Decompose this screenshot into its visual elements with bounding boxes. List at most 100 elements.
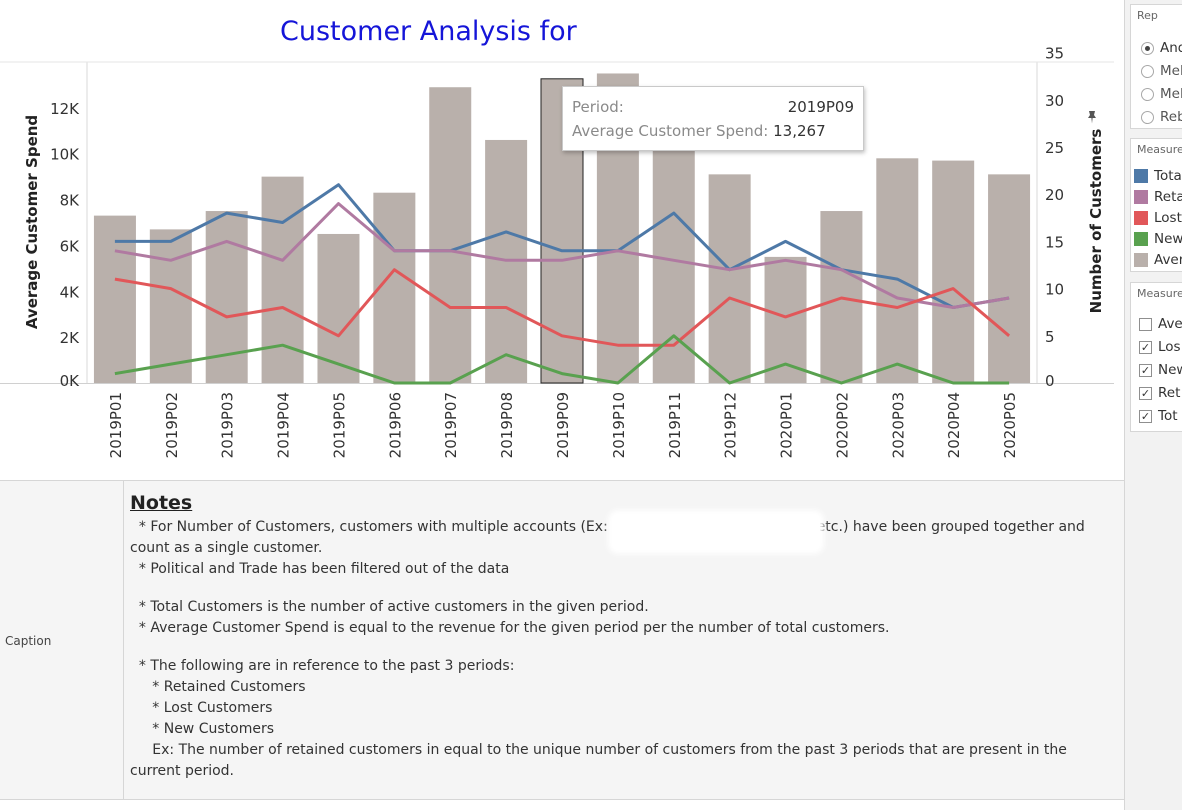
bar [708, 174, 751, 383]
tooltip-period-value: 2019P09 [787, 98, 854, 116]
legend-item[interactable]: Lost [1134, 208, 1182, 228]
x-tick-label: 2019P10 [610, 392, 628, 458]
x-tick-label: 2019P04 [275, 392, 293, 458]
note-line: * The following are in reference to the … [130, 658, 515, 674]
x-tick-label: 2020P01 [778, 392, 796, 458]
bar [429, 87, 472, 383]
x-tick-label: 2020P02 [833, 392, 851, 458]
caption-label: Caption [0, 481, 124, 799]
y-left-tick-label: 2K [60, 329, 81, 347]
x-tick-label: 2019P03 [219, 392, 237, 458]
tooltip-spend-row: Average Customer Spend: 13,267 [572, 122, 826, 140]
tooltip: Period: 2019P09 Average Customer Spend: … [562, 86, 864, 151]
x-tick-label: 2020P03 [889, 392, 907, 458]
x-tick-label: 2019P05 [330, 392, 348, 458]
x-tick-label: 2020P04 [945, 392, 963, 458]
tooltip-period-label: Period: [572, 98, 624, 116]
y-left-axis-title: Average Customer Spend [23, 115, 41, 329]
measure-filter-option[interactable]: Ave [1139, 314, 1182, 334]
legend-label: Reta [1154, 189, 1182, 205]
rep-filter-panel: Rep And Mel Mel Reb [1130, 4, 1182, 129]
measure-filter-option[interactable]: ✓ New [1139, 360, 1182, 380]
legend-swatch [1134, 190, 1148, 204]
legend-item[interactable]: New [1134, 229, 1182, 249]
legend-item[interactable]: Aver [1134, 250, 1182, 270]
y-left-tick-label: 4K [60, 283, 81, 301]
note-line: * New Customers [130, 721, 274, 737]
rep-option[interactable]: Mel [1141, 61, 1182, 81]
x-tick-label: 2019P06 [386, 392, 404, 458]
redacted-area [612, 514, 820, 550]
radio-button[interactable] [1141, 110, 1154, 124]
measure-filter-option[interactable]: ✓ Los [1139, 337, 1181, 357]
bar [876, 158, 919, 383]
x-tick-label: 2020P05 [1001, 392, 1019, 458]
note-line: * Retained Customers [130, 679, 306, 695]
y-left-tick-label: 10K [50, 146, 80, 164]
caption-section: Caption Notes * For Number of Customers,… [0, 480, 1124, 800]
note-line: * Lost Customers [130, 700, 273, 716]
y-right-axis-title: Number of Customers [1087, 129, 1105, 314]
sidebar: Rep And Mel Mel Reb Measure Tota Reta Lost New… [1124, 0, 1182, 810]
x-tick-label: 2019P07 [442, 392, 460, 458]
note-line: * Total Customers is the number of activ… [130, 599, 649, 615]
measure-filter-label: Ave [1158, 316, 1182, 332]
measure-filter-label: New [1158, 362, 1182, 378]
rep-option-label: Reb [1160, 109, 1182, 125]
bar [988, 174, 1031, 383]
rep-option-label: Mel [1160, 63, 1182, 79]
note-line: * Political and Trade has been filtered … [130, 561, 510, 577]
legend-label: New [1154, 231, 1182, 247]
legend-item[interactable]: Tota [1134, 166, 1182, 186]
notes-body: * For Number of Customers, customers wit… [130, 517, 1120, 782]
radio-button[interactable] [1141, 64, 1154, 78]
tooltip-period-row: Period: 2019P09 [572, 98, 854, 116]
legend-label: Lost [1154, 210, 1182, 226]
y-left-tick-label: 0K [60, 372, 81, 390]
rep-filter-title: Rep [1137, 9, 1158, 22]
y-right-tick-label: 5 [1045, 328, 1055, 346]
measure-legend-title: Measure [1137, 143, 1182, 156]
y-right-tick-label: 30 [1045, 92, 1064, 110]
y-left-tick-label: 8K [60, 192, 81, 210]
x-tick-label: 2019P02 [163, 392, 181, 458]
rep-option-label: And [1160, 40, 1182, 56]
legend-swatch [1134, 211, 1148, 225]
legend-swatch [1134, 169, 1148, 183]
chart-title: Customer Analysis for [280, 16, 577, 47]
combo-chart[interactable]: 0K 2K 4K 6K 8K 10K 12K 0 5 10 15 20 25 30 35 Average Cu… [0, 0, 1124, 474]
measure-filter-label: Tot [1158, 408, 1178, 424]
y-left-tick-label: 12K [50, 100, 80, 118]
legend-item[interactable]: Reta [1134, 187, 1182, 207]
measure-filter-option[interactable]: ✓ Ret [1139, 383, 1180, 403]
pin-icon[interactable] [1086, 110, 1098, 124]
checkbox-checked[interactable]: ✓ [1139, 386, 1152, 400]
bar [149, 229, 192, 383]
x-tick-label: 2019P09 [554, 392, 572, 458]
measure-filter-option[interactable]: ✓ Tot [1139, 406, 1178, 426]
measure-legend-panel: Measure Tota Reta Lost New Aver [1130, 138, 1182, 272]
legend-swatch [1134, 232, 1148, 246]
notes-title: Notes [130, 492, 193, 514]
note-line: * Average Customer Spend is equal to the… [130, 620, 890, 636]
rep-option-label: Mel [1160, 86, 1182, 102]
y-right-tick-label: 15 [1045, 233, 1064, 251]
rep-option[interactable]: Reb [1141, 107, 1182, 127]
checkbox-unchecked[interactable] [1139, 317, 1152, 331]
radio-button[interactable] [1141, 41, 1154, 55]
rep-option[interactable]: Mel [1141, 84, 1182, 104]
x-tick-label: 2019P08 [498, 392, 516, 458]
checkbox-checked[interactable]: ✓ [1139, 340, 1152, 354]
y-right-tick-label: 25 [1045, 139, 1064, 157]
measure-filter-label: Ret [1158, 385, 1181, 401]
y-right-tick-label: 10 [1045, 281, 1064, 299]
measure-filter-title: Measure [1137, 287, 1182, 300]
legend-swatch [1134, 253, 1148, 267]
checkbox-checked[interactable]: ✓ [1139, 409, 1152, 423]
rep-option[interactable]: And [1141, 38, 1182, 58]
legend-label: Tota [1154, 168, 1182, 184]
note-line: Ex: The number of retained customers in … [130, 742, 1072, 779]
checkbox-checked[interactable]: ✓ [1139, 363, 1152, 377]
radio-button[interactable] [1141, 87, 1154, 101]
legend-label: Aver [1154, 252, 1182, 268]
